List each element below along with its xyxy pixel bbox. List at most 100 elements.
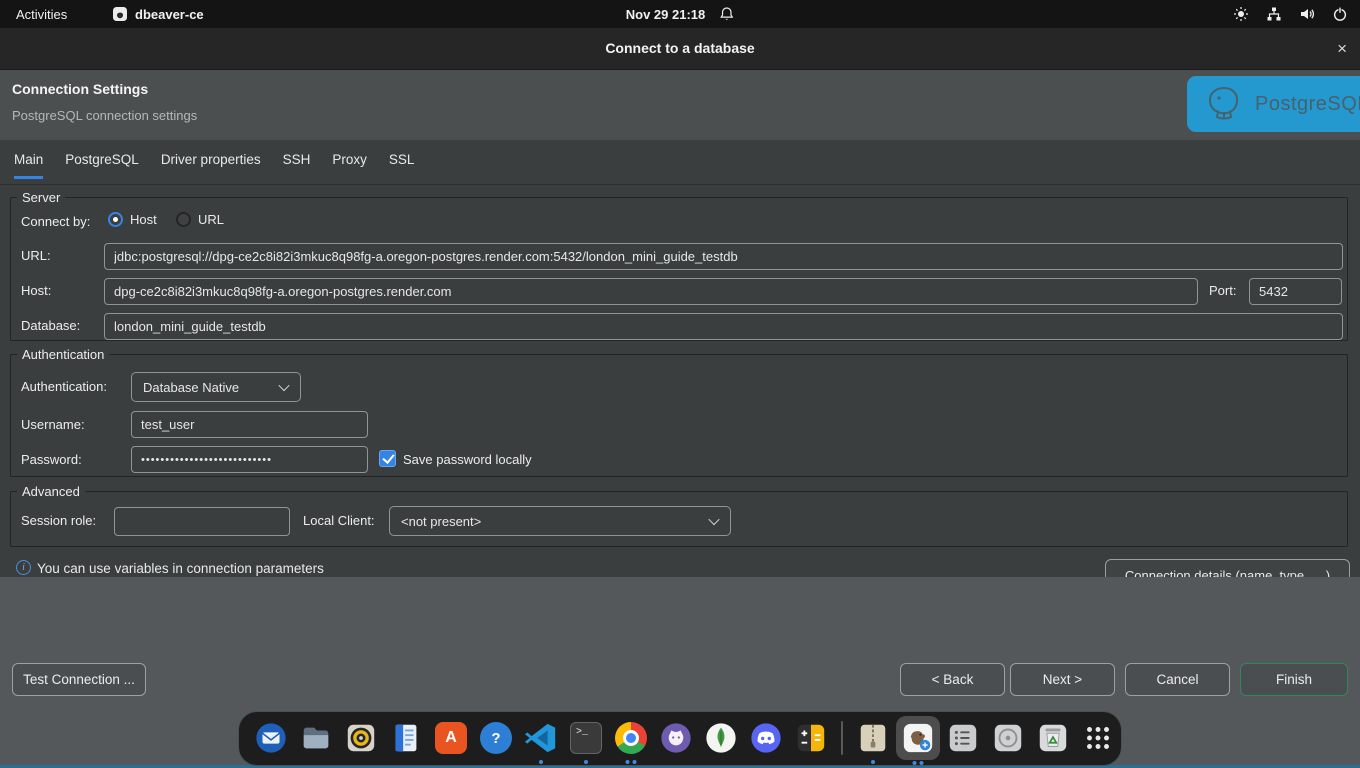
authentication-group-legend: Authentication [17, 347, 109, 362]
advanced-group: Advanced Session role: Local Client: <no… [10, 491, 1348, 547]
dock: A ? >_ [238, 711, 1122, 766]
help-icon: ? [480, 722, 512, 754]
connect-by-url-label: URL [198, 212, 224, 227]
tab-postgresql[interactable]: PostgreSQL [65, 152, 139, 179]
wizard-header: Connection Settings PostgreSQL connectio… [0, 70, 1360, 140]
close-icon[interactable]: × [1337, 28, 1347, 70]
dock-item-thunderbird[interactable] [253, 720, 289, 756]
wizard-content: Main PostgreSQL Driver properties SSH Pr… [0, 140, 1360, 577]
password-label: Password: [21, 452, 82, 467]
dock-item-ubuntu-software[interactable]: A [433, 720, 469, 756]
save-password-checkbox[interactable] [379, 450, 396, 467]
dbeaver-app-icon [112, 6, 128, 22]
connection-details-label: Connection details (name, type, ... ) [1125, 568, 1330, 578]
tab-ssh[interactable]: SSH [283, 152, 311, 179]
dock-item-help[interactable]: ? [478, 720, 514, 756]
radio-selected-icon [108, 212, 123, 227]
writer-document-icon [389, 721, 423, 755]
dock-item-chrome[interactable] [613, 720, 649, 756]
save-password-label: Save password locally [403, 452, 532, 467]
dock-item-trash[interactable] [1035, 720, 1071, 756]
connect-by-url-radio[interactable]: URL [176, 212, 224, 227]
info-icon: i [16, 560, 31, 575]
chrome-icon [615, 722, 647, 754]
dock-separator [841, 721, 843, 755]
files-folder-icon [299, 721, 333, 755]
local-client-dropdown[interactable]: <not present> [389, 506, 731, 536]
port-label: Port: [1209, 283, 1236, 298]
password-input[interactable] [131, 446, 368, 473]
settings-sliders-icon [946, 721, 980, 755]
host-input[interactable] [104, 278, 1198, 305]
database-label: Database: [21, 318, 80, 333]
finish-button[interactable]: Finish [1240, 663, 1348, 696]
clock-label: Nov 29 21:18 [626, 7, 706, 22]
thunderbird-icon [254, 721, 288, 755]
tab-main[interactable]: Main [14, 152, 43, 179]
focused-app-menu[interactable]: dbeaver-ce [112, 6, 204, 22]
dock-item-disks[interactable] [990, 720, 1026, 756]
app-grid-icon [1081, 721, 1115, 755]
port-input[interactable] [1249, 278, 1342, 305]
system-status-area[interactable] [1233, 6, 1348, 22]
activities-button[interactable]: Activities [16, 7, 67, 22]
postgresql-logo: PostgreSQL [1187, 76, 1360, 132]
dock-item-archive-manager[interactable] [855, 720, 891, 756]
dock-item-libreoffice-writer[interactable] [388, 720, 424, 756]
variables-hint-text: You can use variables in connection para… [37, 561, 324, 576]
dock-item-vscode[interactable] [523, 720, 559, 756]
dock-item-settings[interactable] [945, 720, 981, 756]
username-label: Username: [21, 417, 85, 432]
mongodb-leaf-icon [704, 721, 738, 755]
radio-unselected-icon [176, 212, 191, 227]
connection-details-button[interactable]: Connection details (name, type, ... ) [1105, 559, 1350, 577]
page-title: Connection Settings [12, 81, 148, 97]
running-indicator [626, 760, 630, 764]
back-button[interactable]: < Back [900, 663, 1005, 696]
calculator-icon [794, 721, 828, 755]
dock-item-discord[interactable] [748, 720, 784, 756]
url-label: URL: [21, 248, 51, 263]
username-input[interactable] [131, 411, 368, 438]
connect-by-host-radio[interactable]: Host [108, 212, 157, 227]
session-role-input[interactable] [114, 507, 290, 536]
url-input[interactable] [104, 243, 1343, 270]
dock-item-dbeaver[interactable] [896, 716, 940, 760]
dock-item-calculator[interactable] [793, 720, 829, 756]
discord-icon [749, 721, 783, 755]
tab-driver-properties[interactable]: Driver properties [161, 152, 261, 179]
connect-by-host-label: Host [130, 212, 157, 227]
database-input[interactable] [104, 313, 1343, 340]
running-indicator [920, 761, 924, 765]
notification-bell-icon [718, 6, 734, 22]
dock-item-app-grid[interactable] [1080, 720, 1116, 756]
trash-recycle-icon [1036, 721, 1070, 755]
local-client-label: Local Client: [303, 513, 375, 528]
cancel-button[interactable]: Cancel [1125, 663, 1230, 696]
session-role-label: Session role: [21, 513, 96, 528]
authentication-dropdown-value: Database Native [143, 380, 239, 395]
tab-proxy[interactable]: Proxy [332, 152, 367, 179]
dock-item-rhythmbox[interactable] [343, 720, 379, 756]
tab-ssl[interactable]: SSL [389, 152, 415, 179]
ubuntu-software-icon: A [435, 722, 467, 754]
clock-menu[interactable]: Nov 29 21:18 [626, 6, 735, 22]
test-connection-button[interactable]: Test Connection ... [12, 663, 146, 696]
power-icon [1332, 6, 1348, 22]
archive-zip-icon [856, 721, 890, 755]
next-button[interactable]: Next > [1010, 663, 1115, 696]
authentication-dropdown[interactable]: Database Native [131, 372, 301, 402]
dock-item-mongodb-compass[interactable] [703, 720, 739, 756]
running-indicator [633, 760, 637, 764]
dock-item-files[interactable] [298, 720, 334, 756]
dock-item-terminal[interactable]: >_ [568, 720, 604, 756]
authentication-group: Authentication Authentication: Database … [10, 354, 1348, 477]
postgresql-logo-label: PostgreSQL [1255, 93, 1360, 116]
dock-item-github-desktop[interactable] [658, 720, 694, 756]
local-client-dropdown-value: <not present> [401, 514, 481, 529]
page-subtitle: PostgreSQL connection settings [12, 108, 197, 123]
dbeaver-dock-icon [901, 721, 935, 755]
running-indicator [539, 760, 543, 764]
terminal-icon: >_ [570, 722, 602, 754]
server-group: Server Connect by: Host URL URL: Host: P… [10, 197, 1348, 341]
